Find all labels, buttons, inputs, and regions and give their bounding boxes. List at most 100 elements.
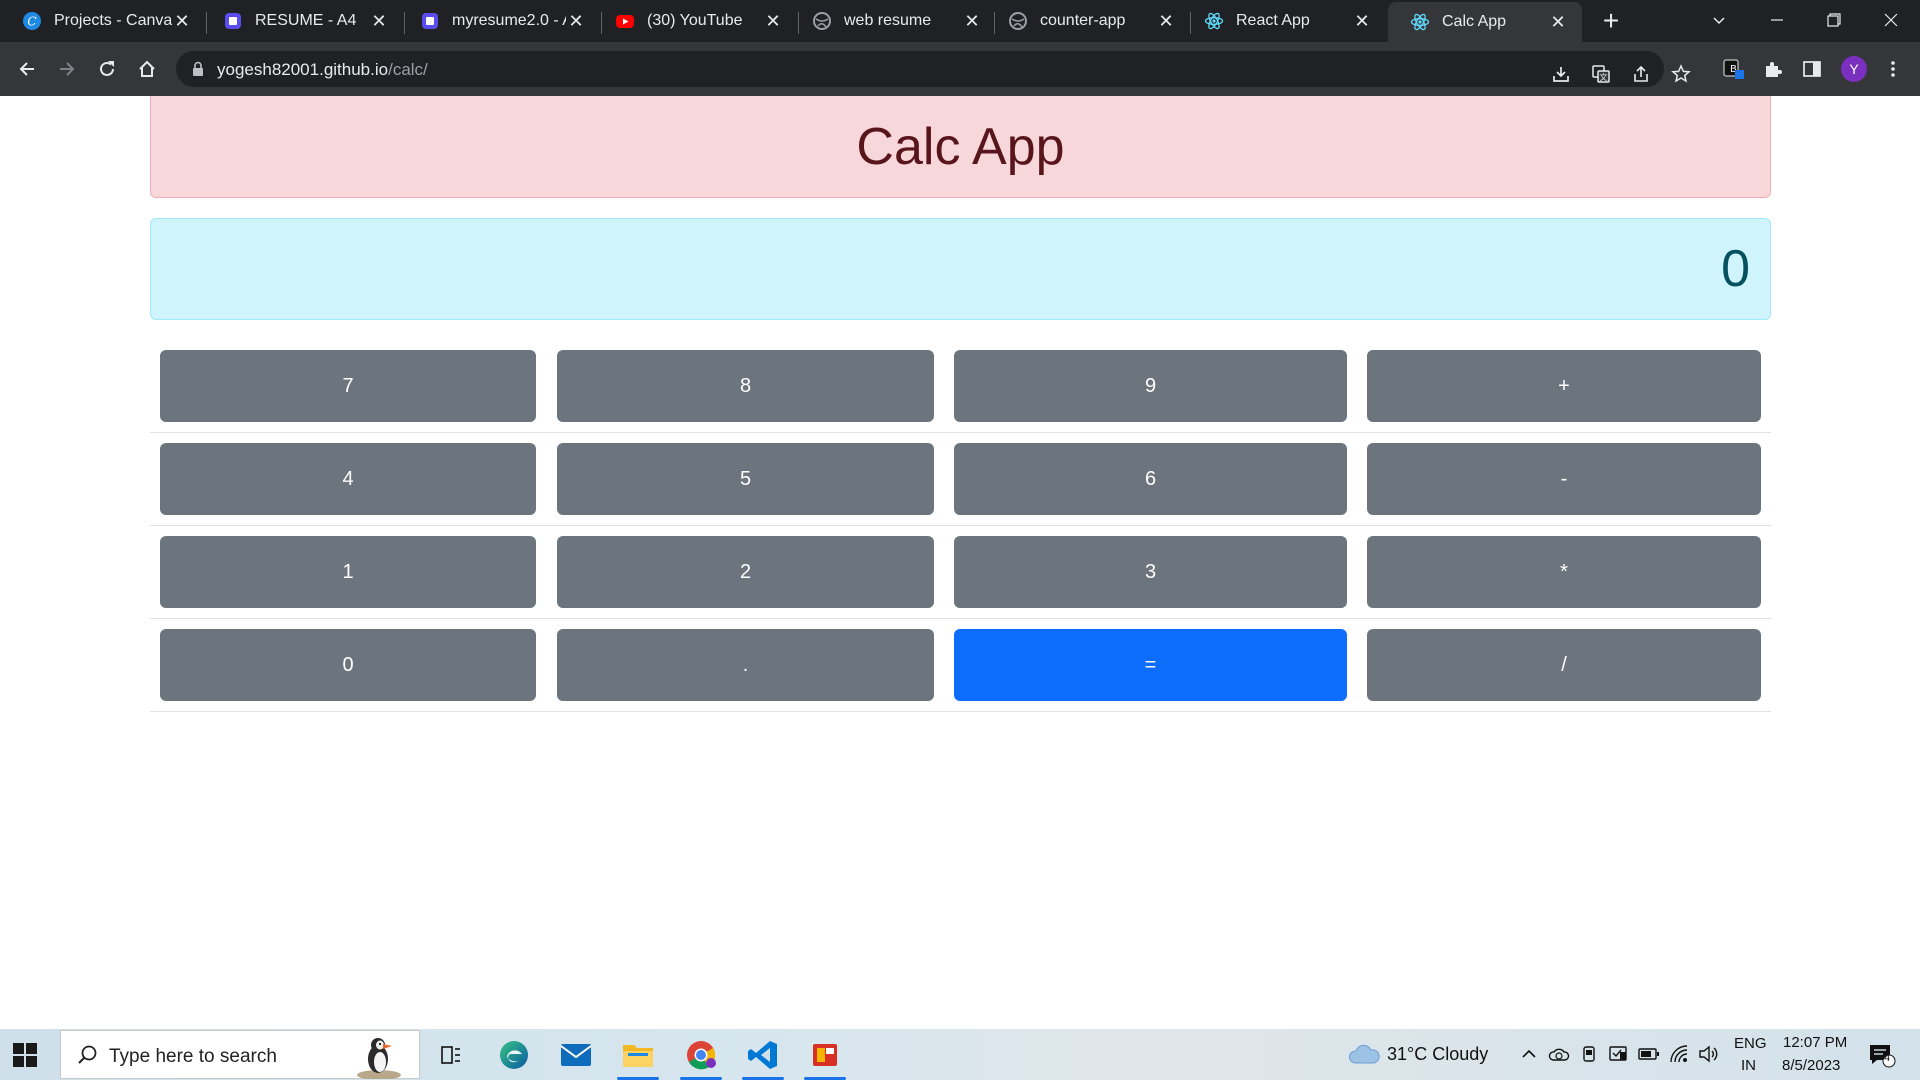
install-app-icon[interactable] <box>1550 63 1572 85</box>
minimize-button[interactable] <box>1757 6 1797 34</box>
globe-icon <box>1008 11 1028 31</box>
taskbar-file-explorer[interactable] <box>611 1029 665 1080</box>
key-8-button[interactable]: 8 <box>557 350 934 422</box>
key-9-button[interactable]: 9 <box>954 350 1347 422</box>
windows-taskbar: Type here to search 31°C Cloudy ENG IN 1… <box>0 1029 1920 1080</box>
tab-title: counter-app <box>1040 12 1126 29</box>
mail-icon <box>560 1043 592 1066</box>
taskbar-search-input[interactable]: Type here to search <box>60 1030 420 1080</box>
key-4-button[interactable]: 4 <box>160 443 536 515</box>
chevron-up-icon <box>1522 1049 1536 1058</box>
address-bar[interactable]: yogesh82001.github.io/calc/ 文 <box>176 51 1691 87</box>
kebab-menu-icon[interactable] <box>1879 55 1907 83</box>
tab-youtube[interactable]: (30) YouTube ✕ <box>593 4 797 38</box>
minimize-icon <box>1771 19 1783 21</box>
key-6-button[interactable]: 6 <box>954 443 1347 515</box>
notification-center-button[interactable]: 4 <box>1867 1042 1897 1068</box>
weather-text[interactable]: 31°C Cloudy <box>1387 1044 1488 1065</box>
key-divide-button[interactable]: / <box>1367 629 1761 701</box>
key-3-button[interactable]: 3 <box>954 536 1347 608</box>
close-icon[interactable]: ✕ <box>566 11 586 31</box>
search-placeholder: Type here to search <box>109 1046 277 1067</box>
vscode-icon <box>748 1040 777 1069</box>
battery-icon[interactable] <box>1638 1043 1660 1065</box>
forward-button[interactable] <box>53 55 81 83</box>
tab-react-app[interactable]: React App ✕ <box>1182 4 1386 38</box>
close-icon[interactable]: ✕ <box>369 11 389 31</box>
close-icon <box>1884 13 1898 27</box>
windows-logo-icon <box>13 1043 37 1067</box>
clock-time[interactable]: 12:07 PM <box>1783 1034 1847 1051</box>
tab-projects-canva[interactable]: C Projects - Canva ✕ <box>0 4 206 38</box>
chrome-icon <box>687 1040 716 1069</box>
folder-icon <box>623 1044 653 1067</box>
task-view-button[interactable] <box>424 1029 478 1080</box>
extension-icon[interactable]: B <box>1720 55 1748 83</box>
tab-web-resume[interactable]: web resume ✕ <box>790 4 996 38</box>
arrow-left-icon <box>19 62 34 76</box>
weather-widget[interactable] <box>1347 1043 1381 1065</box>
task-view-icon <box>441 1045 460 1064</box>
key-1-button[interactable]: 1 <box>160 536 536 608</box>
side-panel-icon[interactable] <box>1798 55 1826 83</box>
language-code[interactable]: ENG <box>1734 1035 1767 1052</box>
tab-resume-a4[interactable]: RESUME - A4 ✕ <box>201 4 403 38</box>
show-hidden-icons[interactable] <box>1518 1043 1540 1065</box>
globe-icon <box>812 11 832 31</box>
url-text: yogesh82001.github.io/calc/ <box>217 60 428 80</box>
profile-avatar[interactable]: Y <box>1841 56 1867 82</box>
clock-date[interactable]: 8/5/2023 <box>1782 1057 1840 1074</box>
restore-button[interactable] <box>1814 6 1854 34</box>
key-7-button[interactable]: 7 <box>160 350 536 422</box>
key-0-button[interactable]: 0 <box>160 629 536 701</box>
tab-counter-app[interactable]: counter-app ✕ <box>986 4 1190 38</box>
close-icon[interactable]: ✕ <box>1548 12 1568 32</box>
key-equals-button[interactable]: = <box>954 629 1347 701</box>
close-icon[interactable]: ✕ <box>1156 11 1176 31</box>
key-2-button[interactable]: 2 <box>557 536 934 608</box>
react-icon <box>1410 12 1430 32</box>
key-multiply-button[interactable]: * <box>1367 536 1761 608</box>
key-5-button[interactable]: 5 <box>557 443 934 515</box>
keypad: 7 8 9 + 4 5 6 - 1 2 3 * 0 . = / <box>150 340 1771 712</box>
close-icon[interactable]: ✕ <box>172 11 192 31</box>
close-icon[interactable]: ✕ <box>962 11 982 31</box>
taskbar-chrome[interactable] <box>674 1029 728 1080</box>
onedrive-tray-icon[interactable] <box>1548 1043 1570 1065</box>
taskbar-edge[interactable] <box>487 1029 541 1080</box>
tab-title: myresume2.0 - A4 <box>452 12 566 29</box>
url-path: /calc/ <box>388 60 428 79</box>
key-minus-button[interactable]: - <box>1367 443 1761 515</box>
translate-icon[interactable]: 文 <box>1590 63 1612 85</box>
tab-myresume[interactable]: myresume2.0 - A4 ✕ <box>398 4 600 38</box>
cloud-icon <box>1349 1044 1380 1064</box>
puzzle-icon[interactable] <box>1759 55 1787 83</box>
taskbar-app[interactable] <box>798 1029 852 1080</box>
close-icon[interactable]: ✕ <box>763 11 783 31</box>
taskbar-vscode[interactable] <box>736 1029 790 1080</box>
home-button[interactable] <box>133 55 161 83</box>
search-highlight-puffin-icon <box>351 1033 407 1080</box>
key-decimal-button[interactable]: . <box>557 629 934 701</box>
close-icon[interactable]: ✕ <box>1352 11 1372 31</box>
start-button[interactable] <box>12 1042 38 1068</box>
key-plus-button[interactable]: + <box>1367 350 1761 422</box>
share-icon[interactable] <box>1630 63 1652 85</box>
volume-icon[interactable] <box>1698 1043 1720 1065</box>
back-button[interactable] <box>13 55 41 83</box>
lock-icon <box>192 61 204 82</box>
bookmark-star-icon[interactable] <box>1670 63 1692 85</box>
meet-now-icon[interactable] <box>1578 1043 1600 1065</box>
close-window-button[interactable] <box>1871 6 1911 34</box>
security-icon[interactable] <box>1608 1043 1630 1065</box>
keypad-row: 4 5 6 - <box>150 433 1771 526</box>
taskbar-mail[interactable] <box>549 1029 603 1080</box>
document-icon <box>223 11 243 31</box>
new-tab-button[interactable]: + <box>1597 7 1625 36</box>
tab-calc-app[interactable]: Calc App ✕ <box>1388 2 1582 42</box>
language-region[interactable]: IN <box>1741 1057 1756 1074</box>
tab-search-button[interactable] <box>1699 6 1739 34</box>
edge-icon <box>500 1040 528 1069</box>
reload-button[interactable] <box>93 55 121 83</box>
wifi-icon[interactable] <box>1668 1043 1690 1065</box>
